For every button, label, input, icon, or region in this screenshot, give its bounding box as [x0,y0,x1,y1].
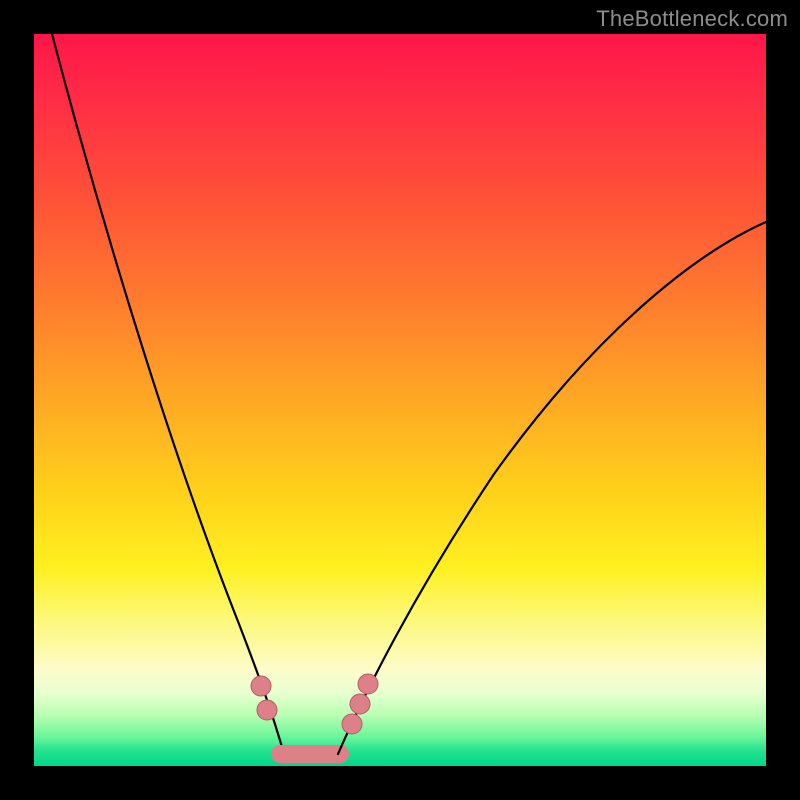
right-branch-curve [338,222,766,754]
marker-dot [350,694,370,714]
curve-layer [34,34,766,766]
watermark-text: TheBottleneck.com [596,6,788,32]
marker-dot [342,714,362,734]
marker-dot [257,700,277,720]
left-branch-curve [52,34,284,754]
plot-area [34,34,766,766]
marker-group [251,674,378,734]
chart-container: TheBottleneck.com [0,0,800,800]
marker-dot [358,674,378,694]
marker-dot [251,676,271,696]
